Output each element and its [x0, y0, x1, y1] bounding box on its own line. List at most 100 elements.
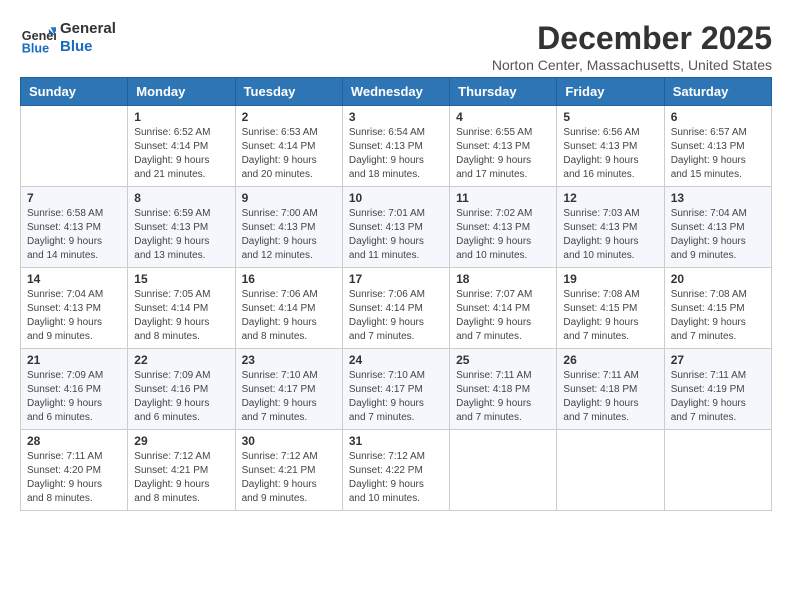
day-info: Sunrise: 7:12 AMSunset: 4:21 PMDaylight:… [242, 450, 336, 506]
calendar-cell [664, 430, 771, 511]
day-info: Sunrise: 7:08 AMSunset: 4:15 PMDaylight:… [563, 288, 657, 344]
day-number: 29 [134, 434, 228, 448]
day-info: Sunrise: 7:11 AMSunset: 4:19 PMDaylight:… [671, 369, 765, 425]
calendar-week-row: 7Sunrise: 6:58 AMSunset: 4:13 PMDaylight… [21, 187, 772, 268]
weekday-header: Tuesday [235, 78, 342, 106]
day-number: 12 [563, 191, 657, 205]
calendar-cell: 2 Sunrise: 6:53 AMSunset: 4:14 PMDaylight… [235, 106, 342, 187]
day-info: Sunrise: 7:06 AMSunset: 4:14 PMDaylight:… [349, 288, 443, 344]
day-info: Sunrise: 6:52 AMSunset: 4:14 PMDaylight:… [134, 126, 228, 182]
day-number: 6 [671, 110, 765, 124]
logo-line2: Blue [60, 38, 116, 56]
calendar-cell [21, 106, 128, 187]
calendar-cell: 22 Sunrise: 7:09 AMSunset: 4:16 PMDayligh… [128, 349, 235, 430]
weekday-header: Monday [128, 78, 235, 106]
calendar-cell: 13 Sunrise: 7:04 AMSunset: 4:13 PMDayligh… [664, 187, 771, 268]
day-number: 28 [27, 434, 121, 448]
day-info: Sunrise: 6:54 AMSunset: 4:13 PMDaylight:… [349, 126, 443, 182]
calendar-cell: 12 Sunrise: 7:03 AMSunset: 4:13 PMDayligh… [557, 187, 664, 268]
day-number: 10 [349, 191, 443, 205]
day-number: 19 [563, 272, 657, 286]
calendar-cell: 16 Sunrise: 7:06 AMSunset: 4:14 PMDayligh… [235, 268, 342, 349]
calendar-cell: 15 Sunrise: 7:05 AMSunset: 4:14 PMDayligh… [128, 268, 235, 349]
day-info: Sunrise: 7:01 AMSunset: 4:13 PMDaylight:… [349, 207, 443, 263]
day-number: 16 [242, 272, 336, 286]
calendar-week-row: 21 Sunrise: 7:09 AMSunset: 4:16 PMDayligh… [21, 349, 772, 430]
calendar-cell: 9 Sunrise: 7:00 AMSunset: 4:13 PMDaylight… [235, 187, 342, 268]
calendar-cell [557, 430, 664, 511]
weekday-header: Saturday [664, 78, 771, 106]
calendar-cell: 1Sunrise: 6:52 AMSunset: 4:14 PMDaylight… [128, 106, 235, 187]
day-number: 20 [671, 272, 765, 286]
day-number: 7 [27, 191, 121, 205]
day-info: Sunrise: 6:57 AMSunset: 4:13 PMDaylight:… [671, 126, 765, 182]
calendar-cell: 25Sunrise: 7:11 AMSunset: 4:18 PMDayligh… [450, 349, 557, 430]
day-info: Sunrise: 7:11 AMSunset: 4:18 PMDaylight:… [563, 369, 657, 425]
svg-text:Blue: Blue [22, 41, 49, 55]
day-number: 18 [456, 272, 550, 286]
day-info: Sunrise: 6:55 AMSunset: 4:13 PMDaylight:… [456, 126, 550, 182]
calendar-cell: 26Sunrise: 7:11 AMSunset: 4:18 PMDayligh… [557, 349, 664, 430]
day-info: Sunrise: 7:04 AMSunset: 4:13 PMDaylight:… [27, 288, 121, 344]
day-number: 5 [563, 110, 657, 124]
calendar-week-row: 28 Sunrise: 7:11 AMSunset: 4:20 PMDayligh… [21, 430, 772, 511]
calendar-cell: 8Sunrise: 6:59 AMSunset: 4:13 PMDaylight… [128, 187, 235, 268]
calendar-cell: 10 Sunrise: 7:01 AMSunset: 4:13 PMDayligh… [342, 187, 449, 268]
calendar-cell: 27Sunrise: 7:11 AMSunset: 4:19 PMDayligh… [664, 349, 771, 430]
day-info: Sunrise: 7:09 AMSunset: 4:16 PMDaylight:… [134, 369, 228, 425]
day-info: Sunrise: 7:06 AMSunset: 4:14 PMDaylight:… [242, 288, 336, 344]
day-info: Sunrise: 6:56 AMSunset: 4:13 PMDaylight:… [563, 126, 657, 182]
day-info: Sunrise: 7:10 AMSunset: 4:17 PMDaylight:… [349, 369, 443, 425]
day-number: 25 [456, 353, 550, 367]
day-number: 14 [27, 272, 121, 286]
day-info: Sunrise: 7:04 AMSunset: 4:13 PMDaylight:… [671, 207, 765, 263]
day-number: 8 [134, 191, 228, 205]
title-area: December 2025 Norton Center, Massachuset… [492, 20, 772, 73]
day-info: Sunrise: 7:09 AMSunset: 4:16 PMDaylight:… [27, 369, 121, 425]
calendar-body: 1Sunrise: 6:52 AMSunset: 4:14 PMDaylight… [21, 106, 772, 511]
day-number: 23 [242, 353, 336, 367]
day-number: 9 [242, 191, 336, 205]
day-number: 21 [27, 353, 121, 367]
day-number: 11 [456, 191, 550, 205]
day-info: Sunrise: 7:12 AMSunset: 4:21 PMDaylight:… [134, 450, 228, 506]
calendar-table: SundayMondayTuesdayWednesdayThursdayFrid… [20, 77, 772, 511]
day-number: 22 [134, 353, 228, 367]
calendar-cell: 28 Sunrise: 7:11 AMSunset: 4:20 PMDayligh… [21, 430, 128, 511]
day-number: 17 [349, 272, 443, 286]
day-info: Sunrise: 7:08 AMSunset: 4:15 PMDaylight:… [671, 288, 765, 344]
calendar-cell [450, 430, 557, 511]
calendar-cell: 19 Sunrise: 7:08 AMSunset: 4:15 PMDayligh… [557, 268, 664, 349]
calendar-cell: 18Sunrise: 7:07 AMSunset: 4:14 PMDayligh… [450, 268, 557, 349]
day-number: 15 [134, 272, 228, 286]
calendar-cell: 20 Sunrise: 7:08 AMSunset: 4:15 PMDayligh… [664, 268, 771, 349]
day-info: Sunrise: 7:00 AMSunset: 4:13 PMDaylight:… [242, 207, 336, 263]
calendar-cell: 4 Sunrise: 6:55 AMSunset: 4:13 PMDaylight… [450, 106, 557, 187]
calendar-cell: 7Sunrise: 6:58 AMSunset: 4:13 PMDaylight… [21, 187, 128, 268]
day-info: Sunrise: 7:10 AMSunset: 4:17 PMDaylight:… [242, 369, 336, 425]
calendar-cell: 31 Sunrise: 7:12 AMSunset: 4:22 PMDayligh… [342, 430, 449, 511]
calendar-cell: 3Sunrise: 6:54 AMSunset: 4:13 PMDaylight… [342, 106, 449, 187]
weekday-header: Wednesday [342, 78, 449, 106]
day-info: Sunrise: 7:05 AMSunset: 4:14 PMDaylight:… [134, 288, 228, 344]
day-number: 24 [349, 353, 443, 367]
day-number: 4 [456, 110, 550, 124]
day-info: Sunrise: 7:11 AMSunset: 4:20 PMDaylight:… [27, 450, 121, 506]
day-number: 13 [671, 191, 765, 205]
calendar-cell: 11Sunrise: 7:02 AMSunset: 4:13 PMDayligh… [450, 187, 557, 268]
day-info: Sunrise: 6:53 AMSunset: 4:14 PMDaylight:… [242, 126, 336, 182]
calendar-cell: 30Sunrise: 7:12 AMSunset: 4:21 PMDayligh… [235, 430, 342, 511]
month-title: December 2025 [492, 20, 772, 57]
calendar-cell: 21 Sunrise: 7:09 AMSunset: 4:16 PMDayligh… [21, 349, 128, 430]
weekday-header: Thursday [450, 78, 557, 106]
calendar-header-row: SundayMondayTuesdayWednesdayThursdayFrid… [21, 78, 772, 106]
logo: General Blue General Blue [20, 20, 116, 56]
calendar-cell: 14 Sunrise: 7:04 AMSunset: 4:13 PMDayligh… [21, 268, 128, 349]
calendar-cell: 17 Sunrise: 7:06 AMSunset: 4:14 PMDayligh… [342, 268, 449, 349]
day-info: Sunrise: 7:12 AMSunset: 4:22 PMDaylight:… [349, 450, 443, 506]
weekday-header: Friday [557, 78, 664, 106]
day-number: 2 [242, 110, 336, 124]
day-info: Sunrise: 7:03 AMSunset: 4:13 PMDaylight:… [563, 207, 657, 263]
day-number: 31 [349, 434, 443, 448]
logo-icon: General Blue [20, 20, 56, 56]
